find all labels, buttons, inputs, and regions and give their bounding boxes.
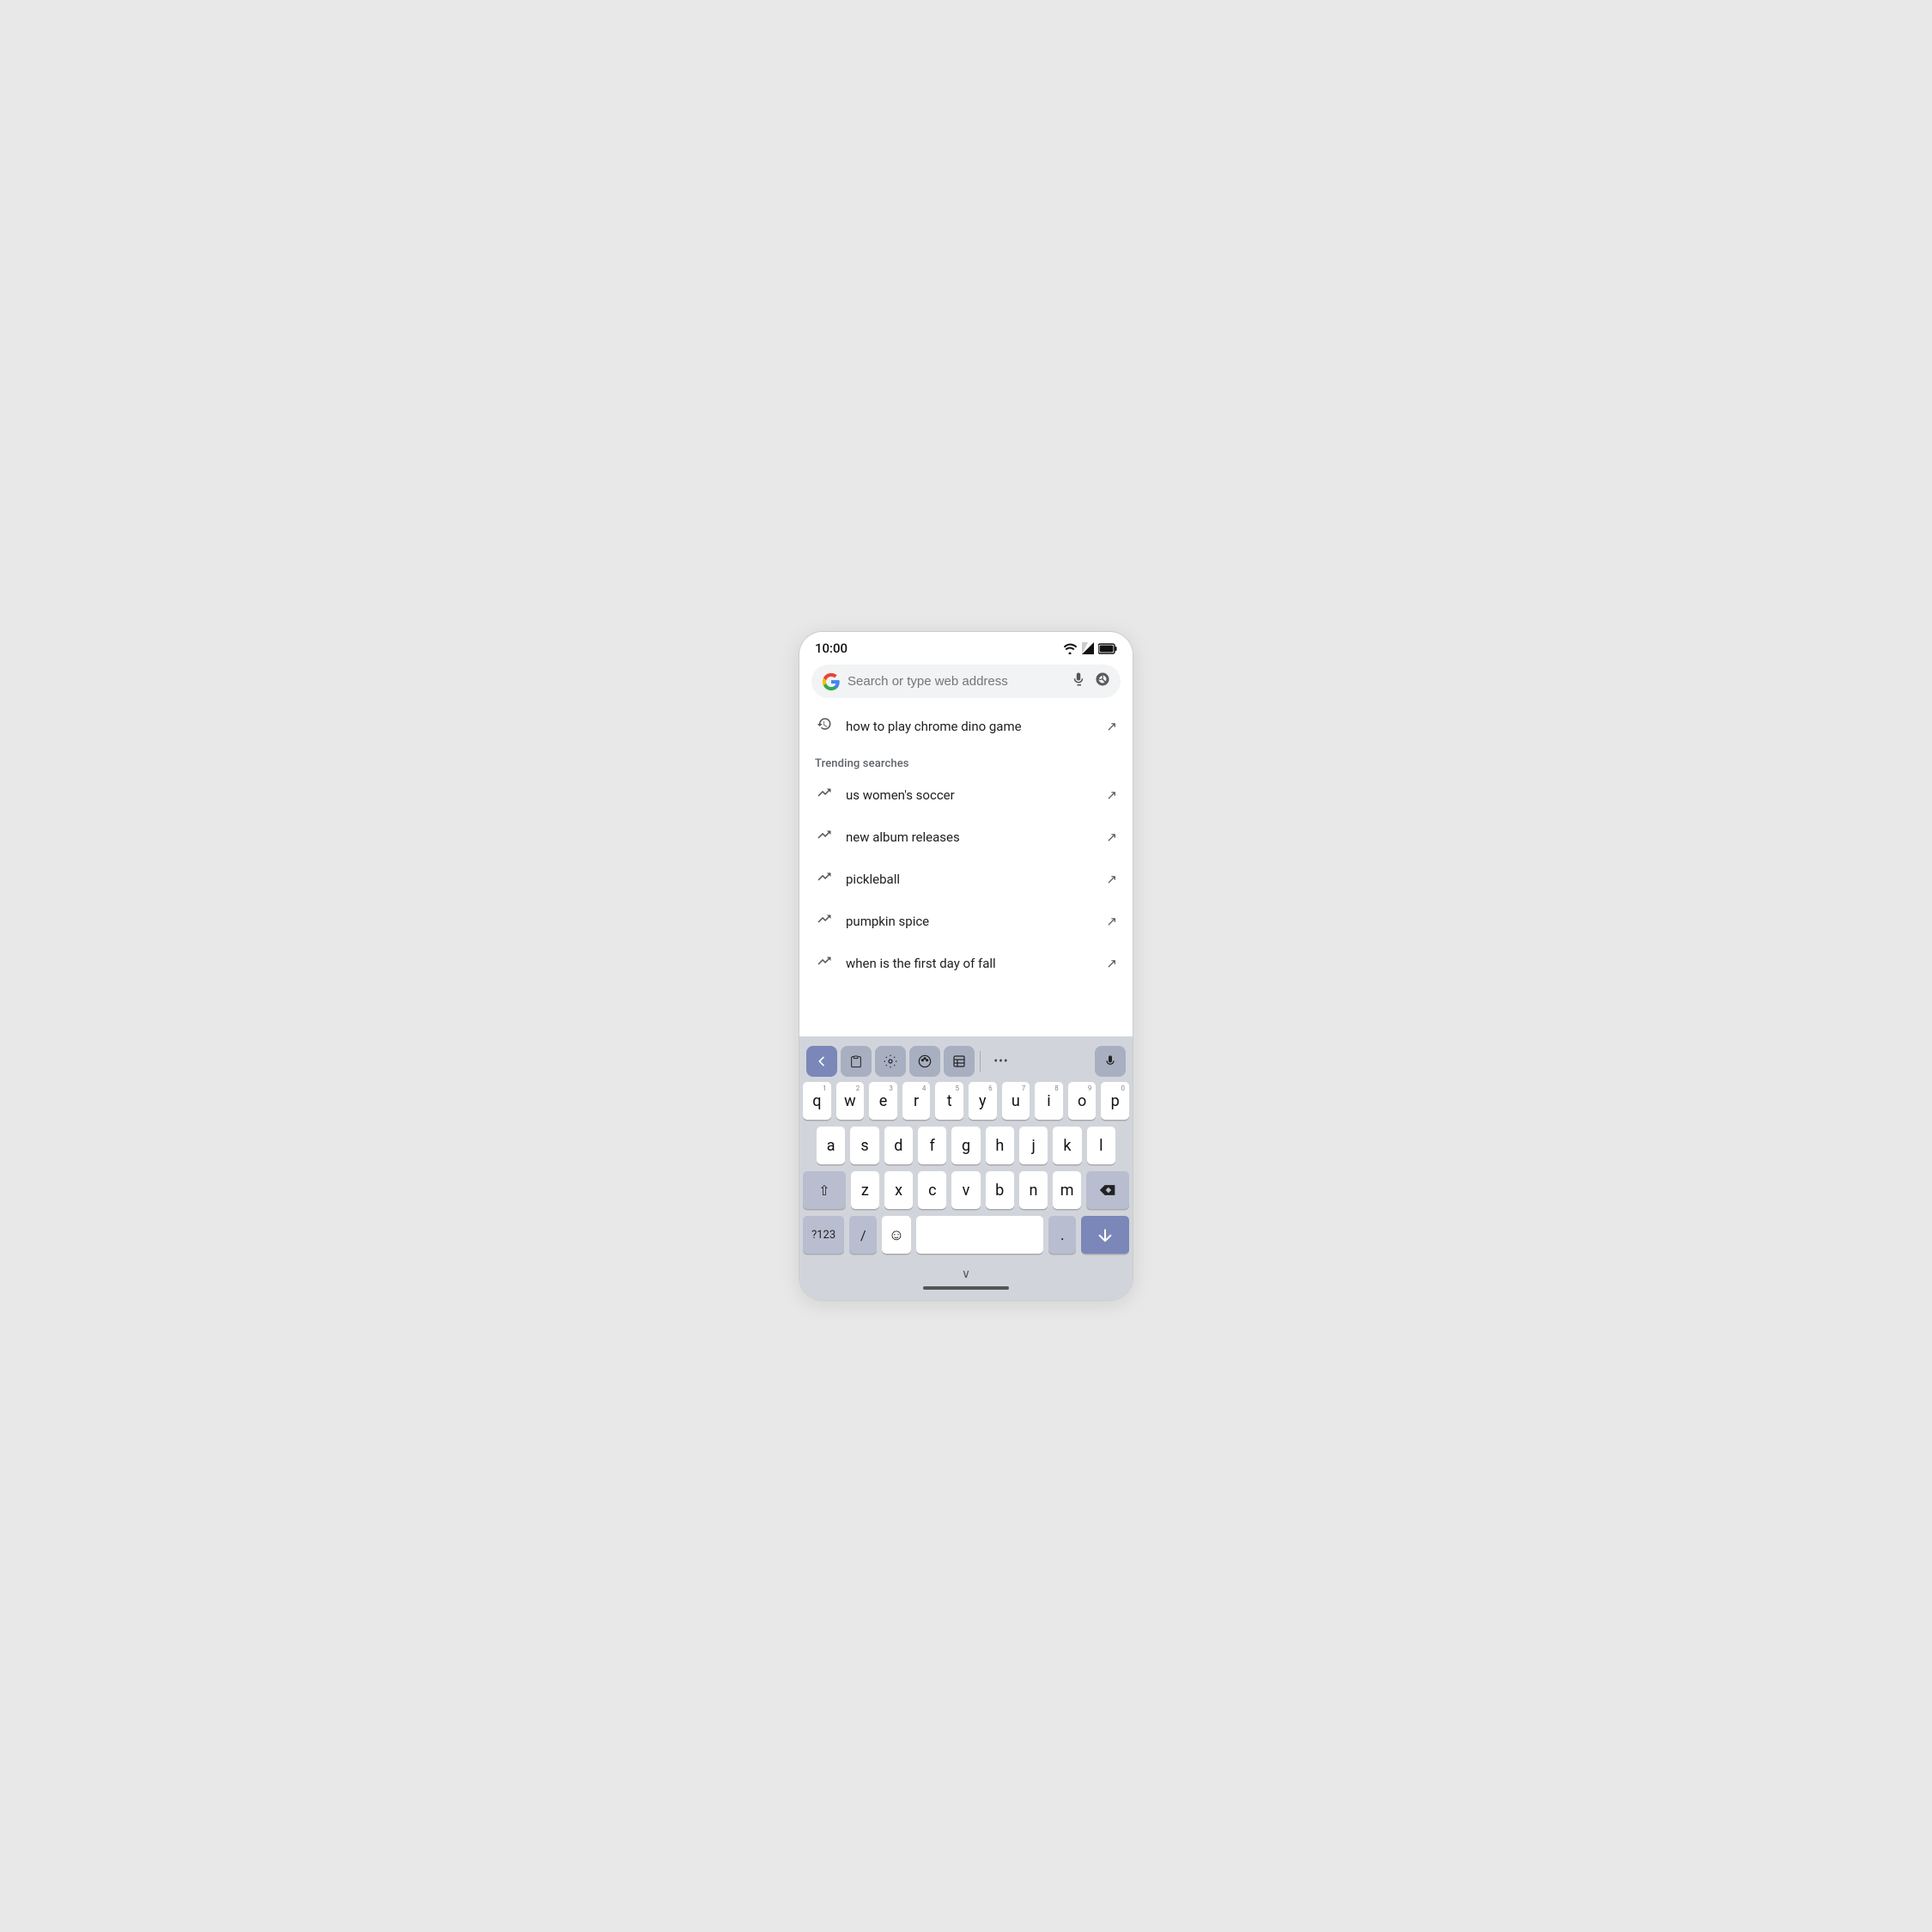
- toolbar-clipboard-button[interactable]: [841, 1046, 872, 1077]
- key-row-4: ?123/☺.: [803, 1216, 1129, 1254]
- toolbar-dots-button[interactable]: •••: [986, 1046, 1017, 1077]
- dot-key[interactable]: .: [1048, 1216, 1076, 1254]
- chevron-down-icon[interactable]: ∨: [962, 1267, 970, 1281]
- bottom-bar: ∨: [799, 1264, 1133, 1300]
- status-icons: [1062, 642, 1117, 654]
- delete-key[interactable]: [1086, 1171, 1129, 1209]
- trending-item-arrow: ↗: [1106, 872, 1117, 887]
- key-o[interactable]: 9o: [1068, 1082, 1097, 1120]
- trending-item[interactable]: us women's soccer ↗: [799, 774, 1133, 816]
- key-k[interactable]: k: [1053, 1127, 1081, 1164]
- recent-search-text: how to play chrome dino game: [846, 719, 1094, 734]
- key-x[interactable]: x: [884, 1171, 913, 1209]
- trending-label: Trending searches: [799, 747, 1133, 774]
- trending-item-arrow: ↗: [1106, 787, 1117, 803]
- search-input[interactable]: [848, 674, 1062, 689]
- toolbar-layout-button[interactable]: [944, 1046, 975, 1077]
- key-row-2: asdfghjkl: [803, 1127, 1129, 1164]
- key-v[interactable]: v: [951, 1171, 980, 1209]
- suggestions-list: how to play chrome dino game ↗ Trending …: [799, 705, 1133, 1036]
- key-w[interactable]: 2w: [836, 1082, 865, 1120]
- wifi-icon: [1062, 642, 1078, 654]
- trending-item-arrow: ↗: [1106, 829, 1117, 845]
- keyboard-section: ••• 1q2w3e4r5t6y7u8i9o0p asdfghjkl ⇧zxcv…: [799, 1036, 1133, 1300]
- key-n[interactable]: n: [1019, 1171, 1048, 1209]
- signal-icon: [1082, 642, 1094, 654]
- key-r[interactable]: 4r: [902, 1082, 931, 1120]
- key-q[interactable]: 1q: [803, 1082, 831, 1120]
- key-t[interactable]: 5t: [935, 1082, 963, 1120]
- toolbar-divider: [980, 1051, 981, 1072]
- trending-icon: [815, 911, 834, 931]
- trending-icon: [815, 827, 834, 847]
- key-f[interactable]: f: [918, 1127, 946, 1164]
- key-l[interactable]: l: [1087, 1127, 1115, 1164]
- trending-items-container: us women's soccer ↗ new album releases ↗…: [799, 774, 1133, 984]
- key-m[interactable]: m: [1053, 1171, 1081, 1209]
- trending-item-text: when is the first day of fall: [846, 956, 1094, 971]
- trending-item[interactable]: pickleball ↗: [799, 858, 1133, 900]
- key-s[interactable]: s: [850, 1127, 878, 1164]
- status-bar: 10:00: [799, 632, 1133, 661]
- key-h[interactable]: h: [986, 1127, 1014, 1164]
- trending-item-text: new album releases: [846, 829, 1094, 845]
- key-a[interactable]: a: [817, 1127, 845, 1164]
- trending-item[interactable]: when is the first day of fall ↗: [799, 942, 1133, 984]
- toolbar-palette-button[interactable]: [909, 1046, 940, 1077]
- key-e[interactable]: 3e: [869, 1082, 897, 1120]
- key-row-1: 1q2w3e4r5t6y7u8i9o0p: [803, 1082, 1129, 1120]
- phone-frame: 10:00: [799, 631, 1133, 1301]
- key-d[interactable]: d: [884, 1127, 913, 1164]
- search-bar[interactable]: [811, 665, 1121, 698]
- keyboard-toolbar: •••: [799, 1042, 1133, 1082]
- home-indicator: [923, 1286, 1009, 1290]
- history-icon: [815, 716, 834, 736]
- trending-item-arrow: ↗: [1106, 956, 1117, 971]
- emoji-key[interactable]: ☺: [882, 1216, 910, 1254]
- recent-search-arrow: ↗: [1106, 719, 1117, 734]
- key-z[interactable]: z: [851, 1171, 879, 1209]
- toolbar-back-button[interactable]: [806, 1046, 837, 1077]
- toolbar-settings-button[interactable]: [875, 1046, 906, 1077]
- space-key[interactable]: [916, 1216, 1044, 1254]
- toolbar-mic-button[interactable]: [1095, 1046, 1126, 1077]
- lens-icon[interactable]: [1095, 671, 1110, 691]
- key-i[interactable]: 8i: [1035, 1082, 1063, 1120]
- battery-icon: [1098, 643, 1117, 654]
- trending-item-text: us women's soccer: [846, 787, 1094, 803]
- shift-key[interactable]: ⇧: [803, 1171, 846, 1209]
- status-time: 10:00: [815, 641, 848, 656]
- sym-key[interactable]: ?123: [803, 1216, 844, 1254]
- key-g[interactable]: g: [951, 1127, 980, 1164]
- trending-icon: [815, 785, 834, 805]
- google-logo: [822, 672, 841, 691]
- key-c[interactable]: c: [918, 1171, 946, 1209]
- trending-item-text: pumpkin spice: [846, 914, 1094, 929]
- key-b[interactable]: b: [986, 1171, 1014, 1209]
- key-p[interactable]: 0p: [1101, 1082, 1129, 1120]
- key-j[interactable]: j: [1019, 1127, 1048, 1164]
- recent-search-item[interactable]: how to play chrome dino game ↗: [799, 705, 1133, 747]
- trending-item-text: pickleball: [846, 872, 1094, 887]
- key-u[interactable]: 7u: [1002, 1082, 1030, 1120]
- trending-icon: [815, 953, 834, 973]
- mic-icon[interactable]: [1071, 671, 1086, 691]
- keyboard-keys: 1q2w3e4r5t6y7u8i9o0p asdfghjkl ⇧zxcvbnm …: [799, 1082, 1133, 1264]
- trending-item-arrow: ↗: [1106, 914, 1117, 929]
- trending-item[interactable]: pumpkin spice ↗: [799, 900, 1133, 942]
- key-y[interactable]: 6y: [969, 1082, 997, 1120]
- slash-key[interactable]: /: [849, 1216, 877, 1254]
- search-bar-wrap: [799, 661, 1133, 705]
- trending-item[interactable]: new album releases ↗: [799, 816, 1133, 858]
- enter-key[interactable]: [1081, 1216, 1129, 1254]
- trending-icon: [815, 869, 834, 889]
- key-row-3: ⇧zxcvbnm: [803, 1171, 1129, 1209]
